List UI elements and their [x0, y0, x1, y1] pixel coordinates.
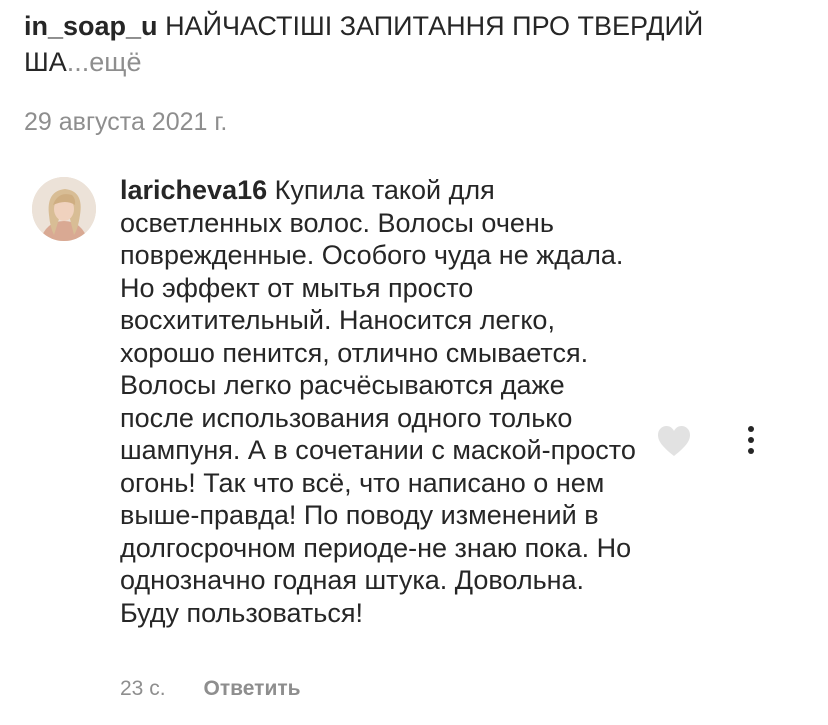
post-date: 29 августа 2021 г. [24, 108, 228, 136]
caption-more-link[interactable]: ...ещё [67, 47, 142, 77]
caption-username[interactable]: in_soap_u [24, 11, 158, 41]
comment-text: Купила такой для осветленных волос. Воло… [120, 175, 636, 628]
heart-outline-icon [658, 426, 690, 456]
more-vertical-icon [748, 426, 754, 454]
user-avatar-icon [32, 177, 96, 241]
like-button[interactable] [656, 424, 692, 458]
comment-thread: in_soap_u НАЙЧАСТІШІ ЗАПИТАННЯ ПРО ТВЕРД… [0, 0, 828, 725]
comment-body: laricheva16 Купила такой для осветленных… [120, 174, 640, 629]
comment-username[interactable]: laricheva16 [120, 175, 267, 205]
reply-button[interactable]: Ответить [204, 677, 301, 700]
comment-options-button[interactable] [736, 424, 766, 458]
post-caption: in_soap_u НАЙЧАСТІШІ ЗАПИТАННЯ ПРО ТВЕРД… [24, 8, 764, 80]
comment-meta: 23 с. Ответить [120, 674, 301, 704]
comment-time: 23 с. [120, 677, 166, 700]
commenter-avatar[interactable] [32, 177, 96, 241]
